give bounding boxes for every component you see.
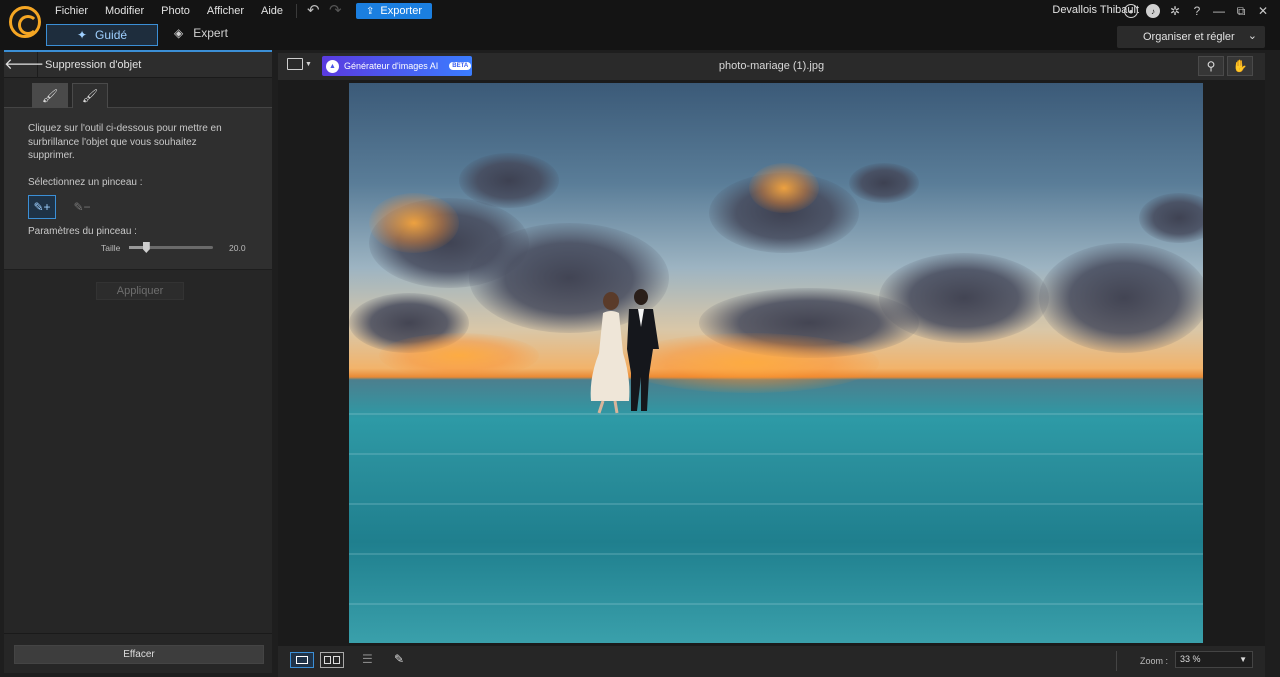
restore-icon[interactable]: ⧉ bbox=[1234, 2, 1248, 20]
viewer-toolbar: ▼ ▲ Générateur d'images AI BETA photo-ma… bbox=[278, 53, 1265, 80]
single-view-icon bbox=[296, 656, 308, 664]
cloud bbox=[849, 163, 919, 203]
wave-line bbox=[349, 503, 1203, 505]
zoom-value: 33 % bbox=[1180, 654, 1201, 664]
brush-plus-icon: ✎+ bbox=[33, 199, 51, 214]
tab-brush[interactable]: 🖌 bbox=[72, 83, 108, 108]
organise-label: Organiser et régler bbox=[1143, 31, 1235, 43]
size-slider-thumb[interactable] bbox=[142, 242, 150, 253]
wave-line bbox=[349, 453, 1203, 455]
compare-view-icon bbox=[324, 656, 331, 664]
single-view-button[interactable] bbox=[290, 652, 314, 668]
brush-selector: ✎+ ✎− bbox=[28, 194, 248, 219]
settings-gear-icon[interactable]: ✲ bbox=[1168, 2, 1182, 20]
brush-tab-icon: 🖌 bbox=[41, 88, 59, 103]
chevron-down-icon: ▼ bbox=[1239, 655, 1247, 664]
menu-photo[interactable]: Photo bbox=[161, 5, 190, 17]
notification-bell-icon[interactable]: ♪ bbox=[1146, 4, 1160, 18]
hand-icon: ✋ bbox=[1232, 59, 1248, 73]
title-bar: Fichier Modifier Photo Afficher Aide ↶ ↷… bbox=[0, 0, 1280, 22]
sort-icon[interactable]: ☰ bbox=[362, 652, 373, 666]
pen-erase-icon[interactable]: ✎ bbox=[394, 652, 404, 666]
minimize-icon[interactable]: — bbox=[1212, 2, 1226, 20]
clear-area: Effacer bbox=[4, 633, 272, 673]
sunset-glow bbox=[379, 333, 539, 378]
bottom-bar: ☰ ✎ Zoom : 33 % ▼ bbox=[278, 646, 1265, 677]
magnifier-icon: ⚲ bbox=[1206, 59, 1216, 73]
brush-remove-button[interactable]: ✎− bbox=[68, 195, 96, 219]
clear-button[interactable]: Effacer bbox=[14, 645, 264, 664]
photo-viewer: ▼ ▲ Générateur d'images AI BETA photo-ma… bbox=[278, 53, 1265, 677]
menu-fichier[interactable]: Fichier bbox=[55, 5, 88, 17]
brush-minus-icon: ✎− bbox=[73, 199, 91, 214]
cloud bbox=[1039, 243, 1203, 353]
sunset-glow bbox=[369, 193, 459, 253]
wedding-photo[interactable] bbox=[349, 83, 1203, 643]
brush-select-label: Sélectionnez un pinceau : bbox=[28, 176, 143, 188]
panel-content: Cliquez sur l'outil ci-dessous pour mett… bbox=[4, 108, 272, 270]
zoom-select[interactable]: 33 % ▼ bbox=[1175, 651, 1253, 668]
file-name: photo-mariage (1).jpg bbox=[718, 60, 825, 72]
apply-button[interactable]: Appliquer bbox=[96, 282, 184, 300]
export-button[interactable]: ⇪ Exporter bbox=[356, 3, 432, 19]
tab-object-removal[interactable]: 🖌 bbox=[32, 83, 68, 108]
compare-view-icon bbox=[333, 656, 340, 664]
title-icons: ● ♪ ✲ ? — ⧉ ✕ bbox=[1124, 2, 1270, 20]
mode-expert-button[interactable]: ◈ Expert bbox=[174, 26, 228, 40]
size-label: Taille bbox=[101, 242, 121, 253]
wave-line bbox=[349, 603, 1203, 605]
mode-guide-label: Guidé bbox=[95, 28, 128, 42]
mode-bar: ✦ Guidé ◈ Expert Organiser et régler ⌄ bbox=[0, 22, 1280, 50]
undo-icon[interactable]: ↶ bbox=[307, 3, 320, 19]
chevron-down-icon: ⌄ bbox=[1247, 30, 1257, 42]
mode-expert-label: Expert bbox=[193, 26, 228, 40]
panel-header: 🡐 Suppression d'objet bbox=[4, 51, 272, 78]
organise-dropdown[interactable]: Organiser et régler ⌄ bbox=[1117, 26, 1265, 48]
wave-line bbox=[349, 553, 1203, 555]
size-value: 20.0 bbox=[229, 242, 246, 253]
zoom-tool-button[interactable]: ⚲ bbox=[1198, 56, 1224, 76]
magic-wand-icon: ✦ bbox=[76, 28, 88, 42]
panel-tabs: 🖌 🖌 bbox=[4, 78, 272, 108]
back-arrow-icon[interactable]: 🡐 bbox=[4, 51, 44, 78]
mode-guide-button[interactable]: ✦ Guidé bbox=[46, 24, 158, 46]
wave-line bbox=[349, 413, 1203, 415]
size-slider[interactable] bbox=[129, 242, 213, 253]
export-icon: ⇪ bbox=[366, 5, 375, 17]
account-icon[interactable]: ● bbox=[1124, 4, 1138, 18]
panel-title: Suppression d'objet bbox=[45, 58, 142, 71]
menu-afficher[interactable]: Afficher bbox=[207, 5, 244, 17]
redo-icon[interactable]: ↷ bbox=[329, 3, 342, 19]
menu-divider bbox=[296, 4, 297, 18]
size-slider-row: Taille 20.0 bbox=[101, 242, 248, 253]
help-icon[interactable]: ? bbox=[1190, 2, 1204, 20]
brush-add-button[interactable]: ✎+ bbox=[28, 194, 56, 219]
zoom-divider bbox=[1116, 651, 1117, 671]
panel-description: Cliquez sur l'outil ci-dessous pour mett… bbox=[28, 123, 222, 161]
export-label: Exporter bbox=[380, 5, 422, 17]
brush-tab-icon: 🖌 bbox=[81, 88, 99, 103]
close-icon[interactable]: ✕ bbox=[1256, 2, 1270, 20]
compare-view-button[interactable] bbox=[320, 652, 344, 668]
layers-icon: ◈ bbox=[174, 26, 184, 40]
menu-modifier[interactable]: Modifier bbox=[105, 5, 144, 17]
menu-aide[interactable]: Aide bbox=[261, 5, 283, 17]
left-panel: 🡐 Suppression d'objet 🖌 🖌 Cliquez sur l'… bbox=[4, 50, 272, 673]
app-logo bbox=[9, 6, 41, 38]
pan-tool-button[interactable]: ✋ bbox=[1227, 56, 1253, 76]
sunset-glow bbox=[749, 163, 819, 213]
viewer-tools: ⚲ ✋ bbox=[1198, 56, 1253, 76]
main-menu: Fichier Modifier Photo Afficher Aide bbox=[55, 0, 300, 22]
zoom-label: Zoom : bbox=[1140, 656, 1169, 666]
brush-params-label: Paramètres du pinceau : bbox=[28, 225, 137, 237]
couple-figure bbox=[590, 289, 659, 414]
